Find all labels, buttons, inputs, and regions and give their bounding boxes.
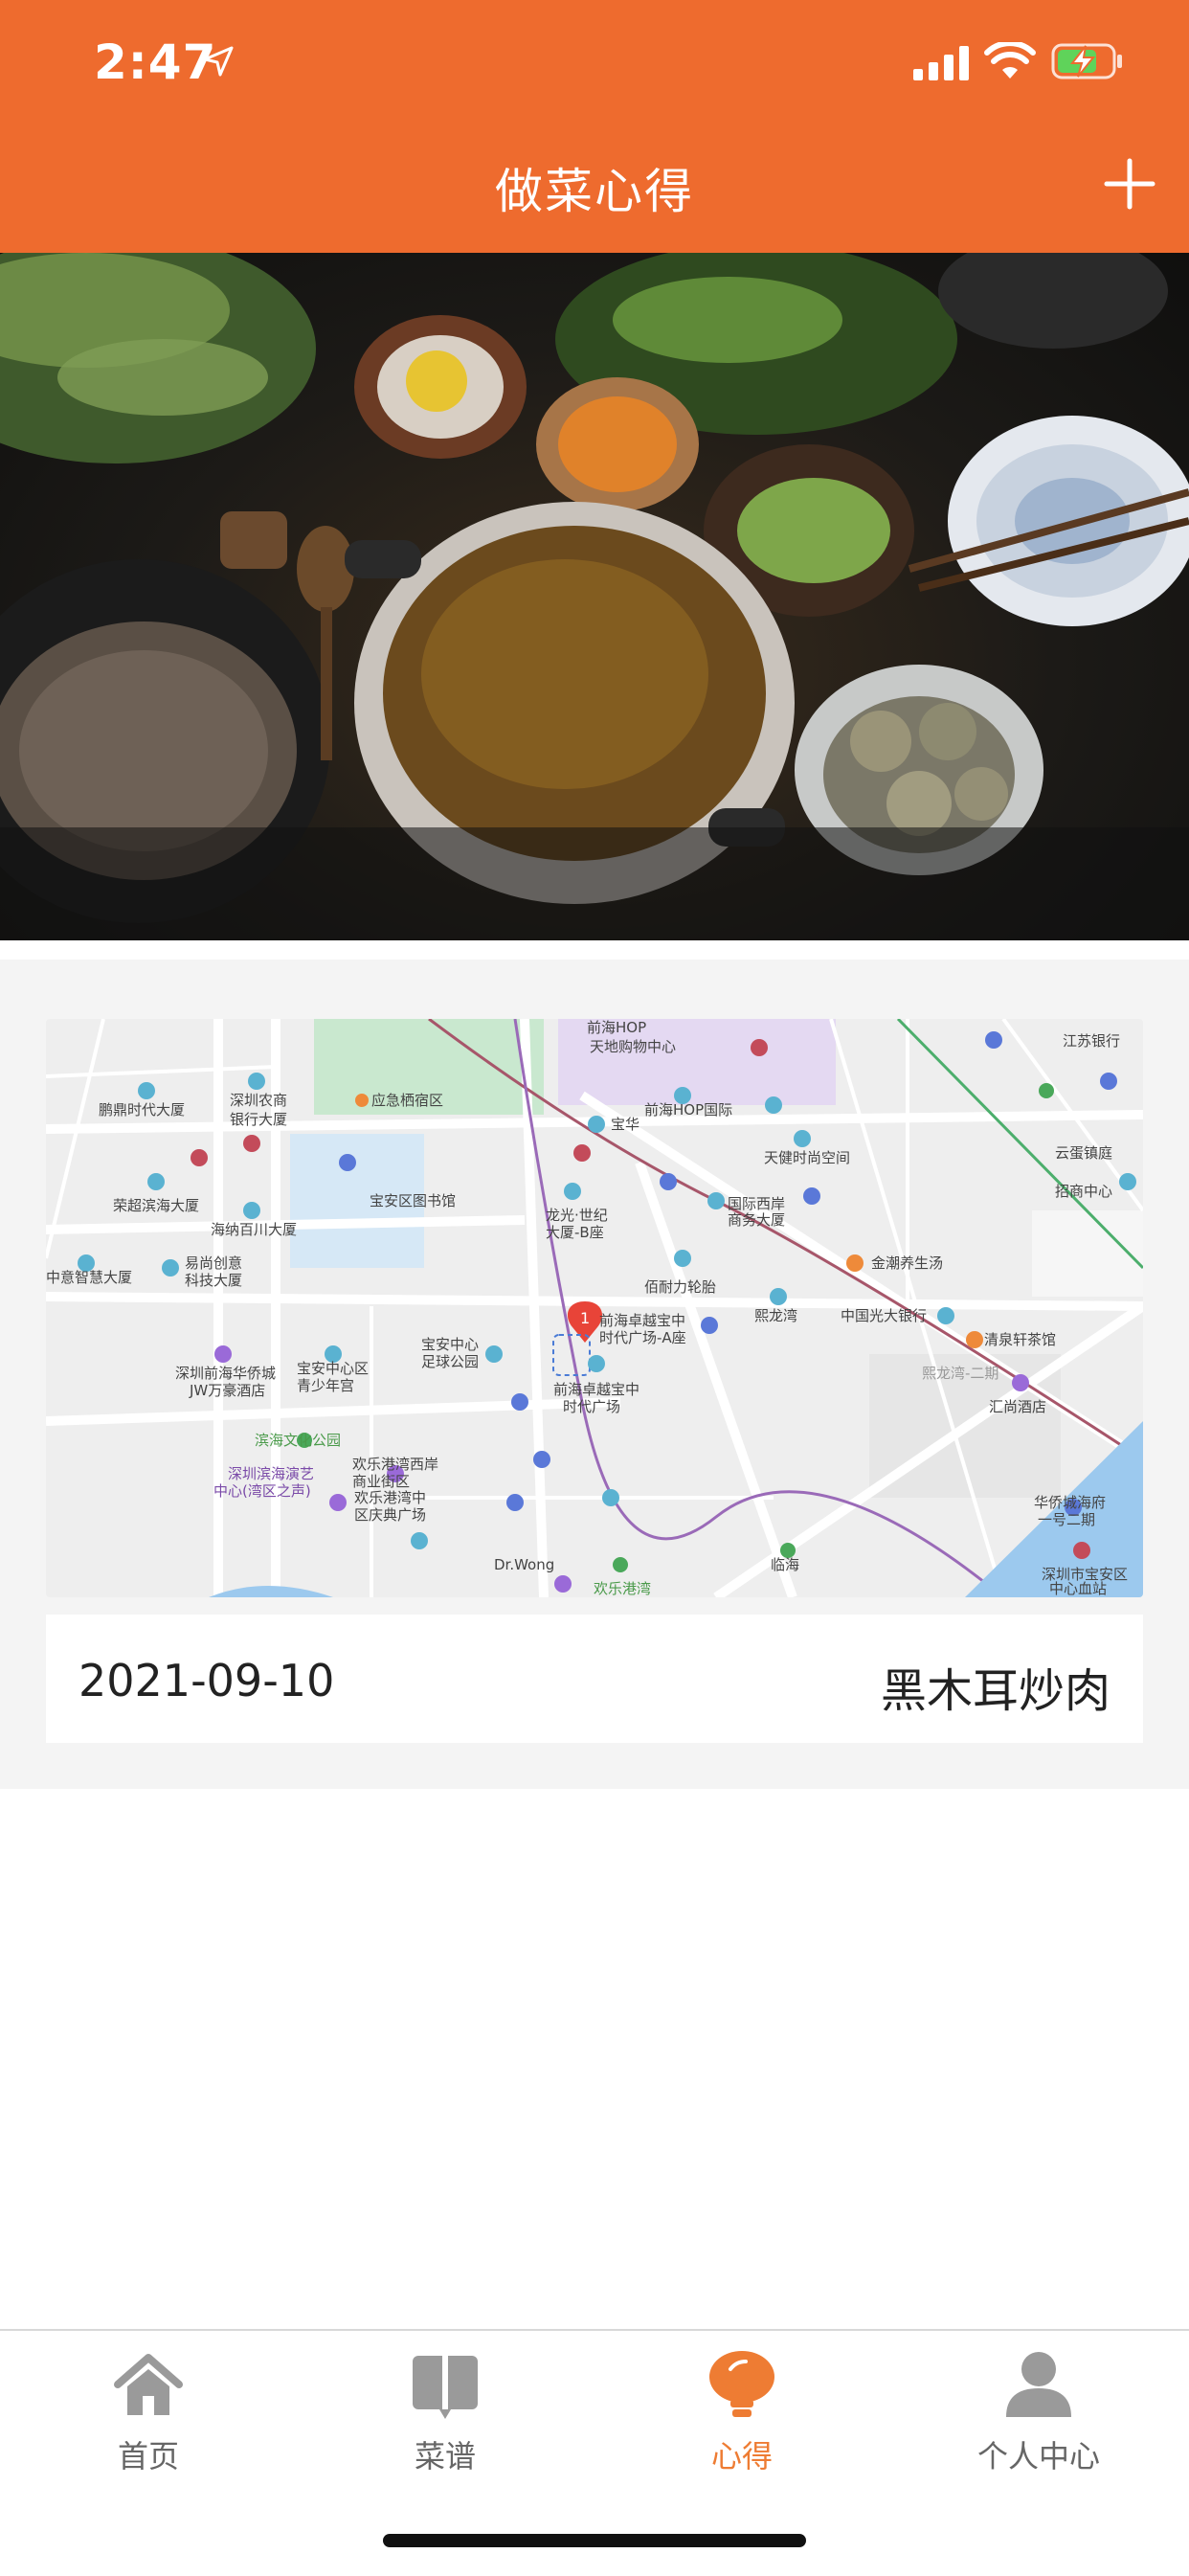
tab-home[interactable]: 首页: [0, 2344, 297, 2497]
map-label: 中国光大银行: [841, 1307, 927, 1324]
location-arrow-icon: [203, 46, 234, 77]
map-label: 招商中心: [1055, 1183, 1112, 1200]
map-label: 一号二期: [1038, 1511, 1095, 1528]
map-label: 青少年宫: [297, 1377, 354, 1394]
map-label: 深圳滨海演艺: [228, 1465, 314, 1482]
map-label: 华侨城海府: [1034, 1494, 1106, 1511]
recipe-book-icon: [413, 2356, 478, 2419]
map-label: 欢乐港湾: [594, 1580, 651, 1597]
map-label: 宝安中心: [421, 1336, 479, 1353]
lightbulb-icon: [709, 2351, 774, 2417]
tab-notes[interactable]: 心得: [594, 2344, 890, 2497]
status-bar: 2:47: [0, 0, 1189, 126]
map-label: 前海HOP国际: [644, 1101, 732, 1119]
map-label: 应急栖宿区: [371, 1092, 443, 1109]
map-label: 熙龙湾: [754, 1307, 797, 1324]
plus-icon: [1104, 158, 1155, 210]
note-title: 黑木耳炒肉: [880, 1664, 1110, 1718]
map-label: 商务大厦: [728, 1211, 785, 1229]
map-label: 商业街区: [352, 1473, 410, 1490]
map-label: 科技大厦: [185, 1272, 242, 1289]
location-map[interactable]: 1 前海HOP 天地购物中心 江苏银行 深圳农商 银行大厦 鹏鼎时代大厦 应急栖…: [46, 1019, 1143, 1597]
map-label: 汇尚酒店: [989, 1398, 1046, 1415]
map-label: 熙龙湾-二期: [922, 1365, 998, 1382]
content-area: 1 前海HOP 天地购物中心 江苏银行 深圳农商 银行大厦 鹏鼎时代大厦 应急栖…: [0, 960, 1189, 1789]
map-label: 时代广场: [563, 1398, 620, 1415]
map-label: 中心(湾区之声): [213, 1482, 311, 1500]
map-label: 前海HOP: [587, 1019, 646, 1036]
map-label: 深圳农商: [230, 1092, 287, 1109]
map-label: 宝华: [611, 1116, 639, 1133]
page-title: 做菜心得: [495, 164, 694, 219]
map-label: 大厦-B座: [546, 1224, 604, 1241]
map-label: 国际西岸: [728, 1195, 785, 1212]
map-label: 银行大厦: [230, 1111, 287, 1128]
tab-home-label: 首页: [117, 2438, 179, 2474]
map-label: 荣超滨海大厦: [113, 1197, 199, 1214]
map-label: 时代广场-A座: [599, 1329, 686, 1346]
add-button[interactable]: [1099, 153, 1160, 215]
map-label: 海纳百川大厦: [211, 1221, 297, 1238]
tab-profile-label: 个人中心: [976, 2438, 1100, 2474]
map-label: 宝安中心区: [297, 1360, 369, 1377]
map-label: 足球公园: [421, 1353, 479, 1370]
map-label: 中心血站: [1049, 1580, 1107, 1597]
note-card-footer: 2021-09-10 黑木耳炒肉: [46, 1615, 1143, 1743]
map-label: 前海卓越宝中: [599, 1312, 685, 1329]
map-label: 天健时尚空间: [764, 1149, 850, 1166]
map-label: 佰耐力轮胎: [644, 1278, 716, 1296]
map-label: 欢乐港湾西岸: [352, 1456, 438, 1473]
note-date: 2021-09-10: [79, 1655, 335, 1706]
status-time: 2:47: [94, 34, 217, 90]
tab-recipes-label: 菜谱: [414, 2438, 476, 2474]
hero-image: [0, 253, 1189, 940]
map-label: JW万豪酒店: [189, 1382, 265, 1399]
map-label: 金潮养生汤: [871, 1254, 943, 1272]
map-label: 龙光·世纪: [546, 1207, 608, 1224]
map-label: 易尚创意: [185, 1254, 242, 1272]
home-icon: [114, 2354, 183, 2415]
map-label: 鹏鼎时代大厦: [99, 1101, 185, 1119]
tab-profile[interactable]: 个人中心: [890, 2344, 1187, 2497]
battery-charging-icon: [1051, 43, 1122, 79]
cellular-signal-icon: [913, 46, 969, 80]
map-label: 中意智慧大厦: [46, 1269, 132, 1286]
map-label: Dr.Wong: [494, 1556, 554, 1573]
map-label: 云蛋镇庭: [1055, 1144, 1112, 1162]
map-marker-number: 1: [580, 1309, 590, 1327]
app-header: 2:47 做菜心得: [0, 0, 1189, 253]
map-label: 江苏银行: [1063, 1032, 1120, 1050]
home-indicator[interactable]: [383, 2534, 806, 2547]
map-label: 前海卓越宝中: [553, 1381, 639, 1398]
map-label: 宝安区图书馆: [370, 1192, 456, 1209]
tab-recipes[interactable]: 菜谱: [297, 2344, 594, 2497]
map-label: 滨海文化公园: [255, 1432, 341, 1449]
tab-notes-label: 心得: [710, 2438, 773, 2474]
map-label: 天地购物中心: [590, 1038, 676, 1055]
map-label: 清泉轩茶馆: [984, 1331, 1056, 1348]
map-label: 临海: [771, 1556, 799, 1573]
user-icon: [1006, 2352, 1071, 2417]
wifi-icon: [984, 42, 1036, 79]
map-label: 深圳前海华侨城: [175, 1365, 276, 1382]
